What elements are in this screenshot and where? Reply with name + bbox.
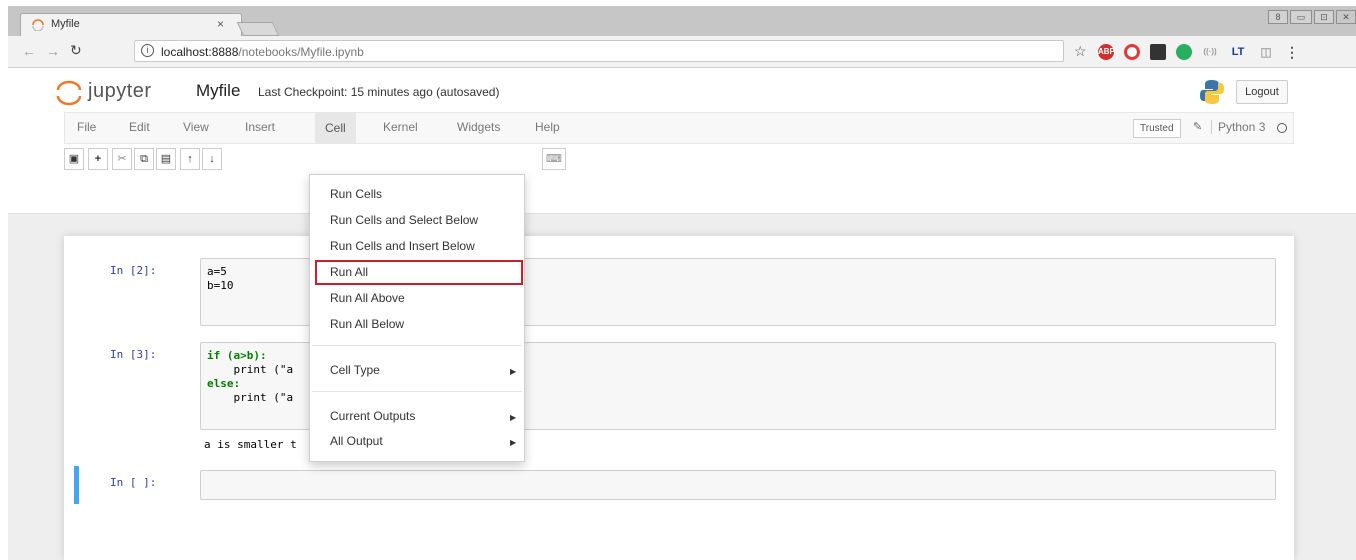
maximize-button[interactable]: ⊡ (1314, 10, 1334, 24)
wifi-extension-icon[interactable]: ((·)) (1202, 44, 1218, 60)
menu-run-all-below[interactable]: Run All Below (330, 317, 404, 331)
menu-cell-type[interactable]: Cell Type (330, 363, 380, 377)
new-tab-button[interactable] (236, 22, 280, 36)
menu-run-cells-select-below[interactable]: Run Cells and Select Below (330, 213, 478, 227)
menu-current-outputs[interactable]: Current Outputs (330, 409, 415, 423)
bookmark-star-icon[interactable]: ☆ (1074, 43, 1087, 60)
copy-icon[interactable]: ⧉ (134, 148, 154, 170)
menu-widgets[interactable]: Widgets (457, 120, 500, 134)
menu-file[interactable]: File (77, 120, 96, 134)
kernel-status-icon (1277, 123, 1287, 133)
menu-all-output[interactable]: All Output (330, 434, 383, 448)
code-cell-selected[interactable]: In [ ]: (74, 466, 1278, 504)
checkpoint-status: Last Checkpoint: 15 minutes ago (autosav… (258, 85, 500, 99)
kernel-name: Python 3 (1211, 120, 1265, 134)
keyboard-icon[interactable]: ⌨ (542, 148, 566, 170)
logout-button[interactable]: Logout (1236, 80, 1288, 104)
grammar-extension-icon[interactable] (1176, 44, 1192, 60)
notebook-name[interactable]: Myfile (196, 81, 240, 101)
menu-insert[interactable]: Insert (245, 120, 275, 134)
languagetool-extension-icon[interactable]: LT (1230, 44, 1246, 60)
trusted-badge[interactable]: Trusted (1133, 119, 1181, 138)
submenu-arrow-icon: ▶ (510, 367, 517, 376)
submenu-arrow-icon: ▶ (510, 413, 517, 422)
jupyter-header: jupyter Myfile Last Checkpoint: 15 minut… (8, 68, 1356, 214)
profile-icon[interactable]: 8 (1268, 10, 1288, 24)
loading-icon (32, 19, 44, 31)
tab-close-icon[interactable]: × (217, 17, 224, 31)
menu-bar: File Edit View Insert Cell Kernel Widget… (64, 112, 1294, 144)
url-text: localhost:8888/notebooks/Myfile.ipynb (161, 45, 364, 59)
menu-run-all[interactable]: Run All (330, 265, 368, 279)
menu-divider (312, 345, 522, 346)
cell-prompt: In [ ]: (110, 476, 157, 489)
terminal-extension-icon[interactable] (1150, 44, 1166, 60)
forward-icon[interactable]: → (46, 43, 60, 59)
close-window-button[interactable]: ✕ (1336, 10, 1356, 24)
cut-icon[interactable]: ✂ (112, 148, 132, 170)
jupyter-logo-icon (56, 80, 82, 106)
menu-run-cells-insert-below[interactable]: Run Cells and Insert Below (330, 239, 475, 253)
paste-icon[interactable]: ▤ (156, 148, 176, 170)
move-up-icon[interactable]: ↑ (180, 148, 200, 170)
minimize-button[interactable]: ▭ (1290, 10, 1312, 24)
insert-cell-icon[interactable]: + (88, 148, 108, 170)
back-icon[interactable]: ← (22, 43, 36, 59)
save-icon[interactable]: ▣ (64, 148, 84, 170)
menu-view[interactable]: View (183, 120, 209, 134)
cell-prompt: In [3]: (110, 348, 157, 361)
site-info-icon[interactable]: i (141, 44, 154, 57)
cast-extension-icon[interactable]: ◫ (1258, 44, 1274, 60)
menu-run-all-above[interactable]: Run All Above (330, 291, 405, 305)
cell-menu-dropdown: Run Cells Run Cells and Select Below Run… (309, 174, 525, 462)
jupyter-logo-text: jupyter (88, 80, 152, 102)
cell-output: a is smaller t (204, 438, 297, 451)
address-bar: ← → ↻ i localhost:8888/notebooks/Myfile.… (8, 36, 1356, 68)
opera-extension-icon[interactable] (1124, 44, 1140, 60)
cell-input[interactable] (200, 470, 1276, 500)
url-field[interactable]: i localhost:8888/notebooks/Myfile.ipynb (134, 40, 1064, 62)
tab-title: Myfile (51, 18, 80, 30)
edit-pencil-icon[interactable]: ✎ (1193, 120, 1202, 133)
cell-prompt: In [2]: (110, 264, 157, 277)
browser-menu-icon[interactable]: ⋮ (1284, 44, 1300, 60)
submenu-arrow-icon: ▶ (510, 438, 517, 447)
menu-kernel[interactable]: Kernel (383, 120, 418, 134)
python-logo-icon (1200, 80, 1224, 104)
move-down-icon[interactable]: ↓ (202, 148, 222, 170)
notebook-site: In [2]: a=5 b=10 In [3]: if (a>b): print… (8, 214, 1356, 560)
code-cell[interactable]: In [3]: if (a>b): print ("a else: print … (74, 342, 1278, 452)
code-cell[interactable]: In [2]: a=5 b=10 (74, 258, 1278, 328)
browser-titlebar: Myfile × 8 ▭ ⊡ ✕ (8, 6, 1356, 36)
menu-divider (312, 391, 522, 392)
reload-icon[interactable]: ↻ (70, 42, 82, 59)
menu-cell[interactable]: Cell (315, 113, 356, 143)
menu-run-cells[interactable]: Run Cells (330, 187, 382, 201)
notebook-container: In [2]: a=5 b=10 In [3]: if (a>b): print… (64, 236, 1294, 560)
browser-tab[interactable]: Myfile × (20, 13, 242, 36)
menu-edit[interactable]: Edit (129, 120, 150, 134)
menu-help[interactable]: Help (535, 120, 560, 134)
adblock-extension-icon[interactable]: ABP (1098, 44, 1115, 60)
